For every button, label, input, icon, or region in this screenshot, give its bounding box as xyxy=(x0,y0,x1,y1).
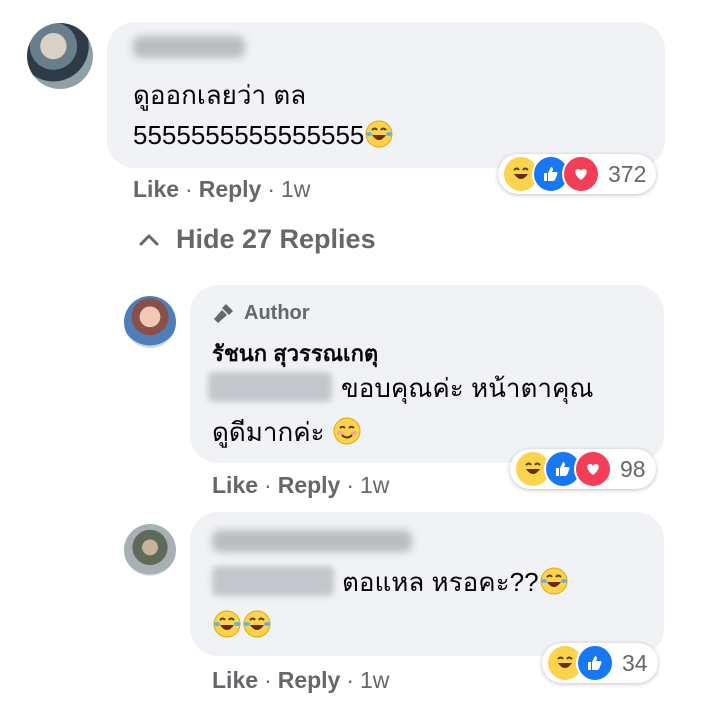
laughing-tears-emoji-icon xyxy=(213,610,241,638)
reply1-reactions[interactable]: 98 xyxy=(510,449,656,489)
comment-text-line2: 5555555555555555 xyxy=(133,120,365,150)
like-button[interactable]: Like xyxy=(212,472,258,498)
reply1-text-line2: ดูดีมากค่ะ xyxy=(212,417,325,447)
laughing-tears-emoji-icon xyxy=(243,610,271,638)
reaction-count: 34 xyxy=(622,649,648,676)
microphone-icon xyxy=(214,304,233,323)
comment-reactions[interactable]: 372 xyxy=(498,154,657,194)
laughing-tears-emoji-icon xyxy=(365,120,393,148)
comment-text-line2-wrap: 5555555555555555 xyxy=(133,115,394,155)
reply2-actions: Like · Reply · 1w xyxy=(212,667,390,693)
redacted-replier-name xyxy=(212,530,412,552)
redacted-mention xyxy=(208,372,332,402)
comment-text-line1: ดูออกเลยว่า ตล xyxy=(133,80,307,110)
smiling-blush-emoji-icon xyxy=(333,417,361,445)
reaction-count: 372 xyxy=(608,160,647,187)
reply-button[interactable]: Reply xyxy=(278,667,341,693)
reply2-text-line1-wrap: ตอแหล หรอคะ?? xyxy=(342,562,569,602)
like-button[interactable]: Like xyxy=(212,667,258,693)
reaction-count: 98 xyxy=(620,455,646,482)
author-avatar[interactable] xyxy=(124,296,176,348)
reply1-text-line1: ขอบคุณค่ะ หน้าตาคุณ xyxy=(341,373,594,403)
hide-replies-label: Hide 27 Replies xyxy=(176,224,376,254)
love-reaction-icon xyxy=(562,155,600,193)
redacted-mention xyxy=(212,566,334,596)
author-badge: Author xyxy=(212,301,310,325)
comment-actions: Like · Reply · 1w xyxy=(133,176,311,202)
timestamp[interactable]: 1w xyxy=(360,472,389,498)
reply1-author-name[interactable]: รัชนก สุวรรณเกตุ xyxy=(212,339,378,369)
timestamp[interactable]: 1w xyxy=(281,176,310,202)
timestamp[interactable]: 1w xyxy=(360,667,389,693)
reply1-actions: Like · Reply · 1w xyxy=(212,472,390,498)
replier-avatar[interactable] xyxy=(124,524,176,576)
chevron-up-icon xyxy=(139,234,159,245)
love-reaction-icon xyxy=(574,450,612,488)
reply2-emoji-line xyxy=(212,605,272,645)
like-reaction-icon xyxy=(576,644,614,682)
author-badge-label: Author xyxy=(244,301,310,324)
redacted-commenter-name xyxy=(133,36,245,58)
hide-replies-button[interactable]: Hide 27 Replies xyxy=(138,224,376,255)
like-button[interactable]: Like xyxy=(133,176,179,202)
reply-button[interactable]: Reply xyxy=(199,176,262,202)
reply2-reactions[interactable]: 34 xyxy=(542,643,658,683)
reply1-text-line2-wrap: ดูดีมากค่ะ xyxy=(212,412,362,452)
reply2-text-line1: ตอแหล หรอคะ?? xyxy=(342,567,539,597)
commenter-avatar[interactable] xyxy=(27,23,93,89)
laughing-tears-emoji-icon xyxy=(540,567,568,595)
reply-button[interactable]: Reply xyxy=(278,472,341,498)
